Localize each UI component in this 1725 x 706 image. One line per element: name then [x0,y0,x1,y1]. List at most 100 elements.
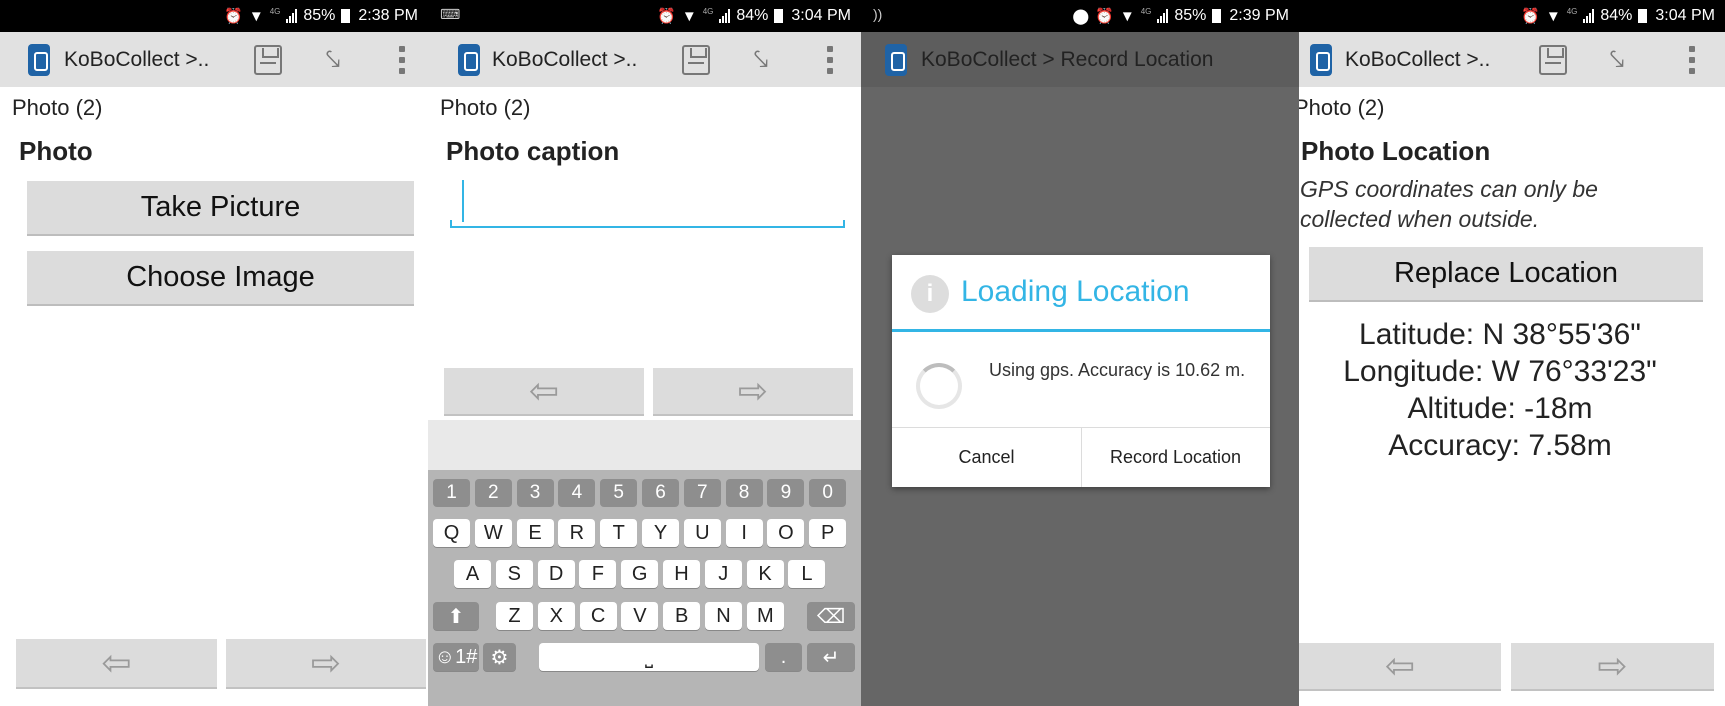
screen-photo-caption: ⌨ ⏰ ▼ 4G 84% 3:04 PM KoBoCollect >.. ⤥ P… [428,0,861,706]
network-type-icon: 4G [269,6,281,16]
clock: 2:38 PM [358,7,418,24]
signal-icon [1157,9,1169,23]
key-7[interactable]: 7 [683,479,721,507]
key-t[interactable]: T [600,519,638,547]
soft-keyboard: 1 2 3 4 5 6 7 8 9 0 Q W E R T Y U I O P A S D F G H J K L ⬆ Z X C V B N M ⌫ ☺1… [428,420,861,706]
question-title: Photo caption [446,136,620,166]
take-picture-button[interactable]: Take Picture [27,181,414,236]
caption-input[interactable] [450,180,845,228]
location-icon: ⬤ [1072,8,1090,25]
jump-icon[interactable]: ⤥ [318,44,348,74]
key-j[interactable]: J [704,560,742,588]
key-z[interactable]: Z [496,602,533,630]
battery-icon [341,9,351,23]
key-5[interactable]: 5 [600,479,638,507]
save-icon[interactable] [1539,45,1567,75]
battery-percent: 84% [736,7,769,24]
key-x[interactable]: X [537,602,575,630]
key-g[interactable]: G [621,560,659,588]
key-9[interactable]: 9 [767,479,805,507]
key-4[interactable]: 4 [558,479,596,507]
backspace-key[interactable]: ⌫ [807,602,855,630]
key-a[interactable]: A [454,560,491,588]
key-m[interactable]: M [746,602,784,630]
back-button[interactable]: ⇦ [444,368,644,416]
key-2[interactable]: 2 [474,479,512,507]
key-l[interactable]: L [788,560,826,588]
back-button[interactable]: ⇦ [1299,643,1501,691]
clock: 3:04 PM [791,7,851,24]
save-icon[interactable] [682,45,710,75]
key-e[interactable]: E [516,519,554,547]
battery-icon [774,9,784,23]
key-w[interactable]: W [474,519,512,547]
key-v[interactable]: V [621,602,659,630]
key-u[interactable]: U [683,519,721,547]
status-bar: ⏰ ▼ 4G 85% 2:38 PM [0,0,428,32]
key-8[interactable]: 8 [725,479,763,507]
keyboard-settings-key[interactable]: ⚙ [483,643,516,671]
overflow-menu-icon[interactable] [826,46,834,74]
key-h[interactable]: H [663,560,700,588]
forward-button[interactable]: ⇨ [226,639,426,689]
key-i[interactable]: I [725,519,763,547]
jump-icon[interactable]: ⤥ [1602,44,1632,74]
enter-key[interactable]: ↵ [807,643,855,671]
keyboard-icon: ⌨ [440,6,461,22]
symbols-key[interactable]: ☺1# [433,643,479,671]
battery-percent: 85% [1174,7,1207,24]
altitude-value: Altitude: -18m [1407,392,1593,425]
key-s[interactable]: S [495,560,533,588]
key-f[interactable]: F [579,560,617,588]
record-location-button[interactable]: Record Location [1081,427,1270,487]
status-bar: )) ⬤ ⏰ ▼ 4G 85% 2:39 PM [861,0,1299,32]
overflow-menu-icon[interactable] [1688,46,1696,74]
overflow-menu-icon[interactable] [398,46,406,74]
key-y[interactable]: Y [642,519,679,547]
wifi-icon: ▼ [1545,7,1561,25]
battery-icon [1638,9,1648,23]
replace-location-button[interactable]: Replace Location [1309,247,1703,302]
shift-key[interactable]: ⬆ [433,602,479,630]
screen-record-location: )) ⬤ ⏰ ▼ 4G 85% 2:39 PM KoBoCollect > Re… [861,0,1299,706]
progress-spinner-icon [916,363,962,409]
key-1[interactable]: 1 [433,479,470,507]
key-d[interactable]: D [537,560,575,588]
clock: 2:39 PM [1229,7,1289,24]
wifi-icon: ▼ [681,7,697,25]
key-c[interactable]: C [579,602,617,630]
wifi-icon: ▼ [1119,7,1135,25]
question-title: Photo Location [1301,136,1491,166]
network-type-icon: 4G [1566,6,1578,16]
signal-icon [719,9,731,23]
app-title: KoBoCollect > Record Location [921,48,1214,71]
space-key[interactable]: ⎵ [539,643,759,671]
key-q[interactable]: Q [433,519,470,547]
key-3[interactable]: 3 [516,479,554,507]
app-bar: KoBoCollect >.. ⤥ [0,32,428,87]
back-button[interactable]: ⇦ [16,639,217,689]
key-k[interactable]: K [746,560,784,588]
period-key[interactable]: . [765,643,802,671]
app-bar: KoBoCollect >.. ⤥ [428,32,861,87]
key-b[interactable]: B [663,602,701,630]
input-edge-right [843,220,845,228]
accuracy-value: Accuracy: 7.58m [1388,429,1612,462]
battery-icon [1212,9,1222,23]
key-p[interactable]: P [809,519,847,547]
forward-button[interactable]: ⇨ [1511,643,1714,691]
key-6[interactable]: 6 [642,479,679,507]
choose-image-button[interactable]: Choose Image [27,251,414,306]
question-title: Photo [19,136,93,166]
screen-photo-location: ⏰ ▼ 4G 84% 3:04 PM KoBoCollect >.. ⤥ Pho… [1299,0,1725,706]
kobo-app-icon [28,44,50,76]
key-0[interactable]: 0 [809,479,847,507]
kobo-app-icon [1310,44,1332,76]
key-o[interactable]: O [767,519,805,547]
forward-button[interactable]: ⇨ [653,368,853,416]
cancel-button[interactable]: Cancel [892,427,1081,487]
key-n[interactable]: N [705,602,742,630]
key-r[interactable]: R [558,519,596,547]
jump-icon[interactable]: ⤥ [746,44,776,74]
save-icon[interactable] [254,45,282,75]
